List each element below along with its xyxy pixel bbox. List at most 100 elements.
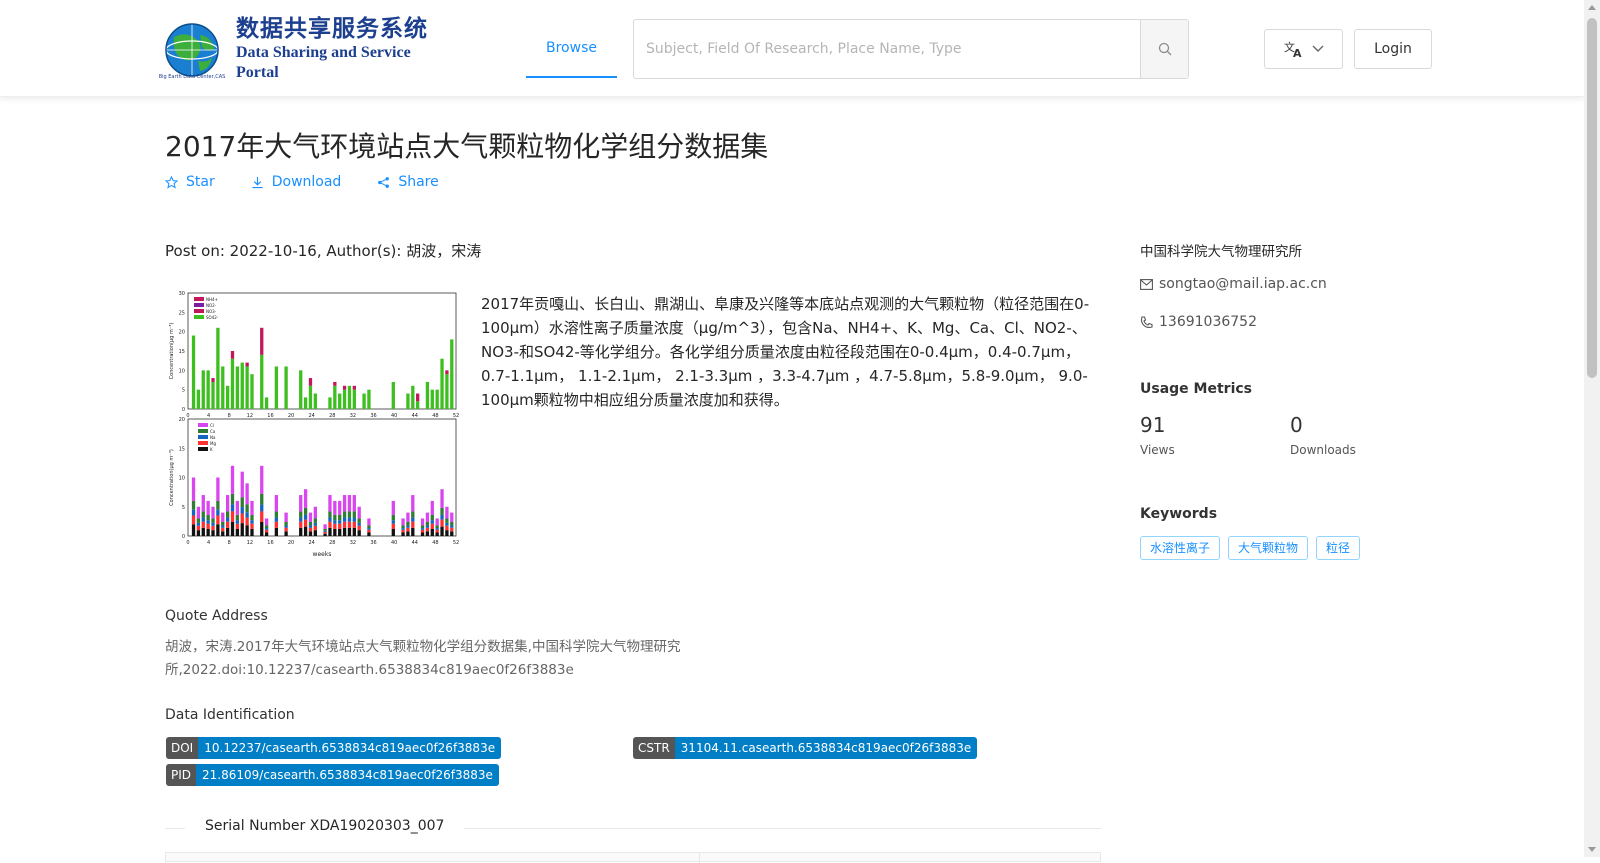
thumbnail-bar [230,493,235,505]
thumbnail-bar [250,520,254,524]
keyword-tag[interactable]: 水溶性离子 [1140,536,1221,560]
download-button[interactable]: Download [251,174,341,190]
thumbnail-bar [245,362,249,367]
thumbnail-bar [211,518,215,523]
thumbnail-bar [435,525,439,529]
serial-number: Serial Number XDA19020303_007 [185,818,465,834]
tick-label: 32 [350,413,356,419]
legend-label: NO2- [206,303,217,308]
pid-badge[interactable]: PID 21.86109/casearth.6538834c819aec0f26… [166,764,499,786]
doi-badge-key: DOI [166,737,199,759]
thumbnail-bar [274,495,279,512]
site-logo[interactable]: Big Earth Data Center,CAS 数据共享服务系统 Data … [152,16,442,81]
thumbnail-bar [367,518,371,526]
thumbnail-bar [274,517,279,522]
thumbnail-bar [225,521,230,528]
keyword-tag[interactable]: 粒径 [1316,536,1361,560]
star-button[interactable]: Star [165,174,215,190]
info-table [165,852,1101,863]
thumbnail-bar [347,517,352,522]
email-text: songtao@mail.iap.ac.cn [1159,276,1327,292]
thumbnail-bar [245,483,249,505]
search-input[interactable] [634,20,1140,78]
thumbnail-bar [391,520,395,524]
thumbnail-bar [260,511,264,522]
post-info: Post on: 2022-10-16, Author(s): 胡波，宋涛 [165,242,482,260]
tick-label: 48 [432,413,438,419]
tick-label: 28 [329,413,335,419]
thumbnail-bar [211,530,215,536]
thumbnail-bar [391,514,395,521]
thumbnail-bar [196,506,201,519]
thumbnail-bar [352,389,356,409]
thumbnail-bar [274,511,279,518]
thumbnail-bar [284,521,288,526]
thumbnail-bar [196,525,201,531]
tick-label: 15 [179,349,185,355]
dataset-thumbnail-chart[interactable]: 0 5 10 15 20 25 30 0 5 10 15 20 0 0 4 4 8 8 12 12 16 16 20 20 24… [165,290,463,566]
dataset-title: 2017年大气环境站点大气颗粒物化学组分数据集 [165,130,769,163]
search-icon [1158,42,1171,56]
thumbnail-bar [264,518,269,526]
thumbnail-bar [435,528,439,530]
thumbnail-bar [211,381,215,409]
language-switch-button[interactable]: 文 A [1264,29,1343,69]
thumbnail-bar [401,528,405,530]
scroll-up-arrow-icon[interactable] [1588,5,1596,10]
thumbnail-bar [445,530,449,536]
thumbnail-bar [206,500,210,515]
thumbnail-bar [240,471,244,498]
thumbnail-bar [211,522,215,526]
contact-email[interactable]: songtao@mail.iap.ac.cn [1140,276,1327,292]
thumbnail-bar [230,351,235,359]
thumbnail-bar [284,527,288,532]
thumbnail-bar [299,495,303,512]
thumbnail-bar [235,366,240,409]
login-button[interactable]: Login [1354,29,1432,69]
legend-label: K [210,447,213,452]
tick-label: 10 [179,476,185,482]
thumbnail-bar [308,531,313,536]
thumbnail-bar [425,527,430,532]
thumbnail-bar [260,465,264,494]
doi-badge[interactable]: DOI 10.12237/casearth.6538834c819aec0f26… [166,737,502,759]
thumbnail-bar [342,389,347,409]
share-button[interactable]: Share [377,174,439,190]
thumbnail-bar [367,525,371,529]
thumbnail-bar [216,477,220,501]
pid-badge-value: 21.86109/casearth.6538834c819aec0f26f388… [196,764,499,786]
scroll-down-arrow-icon[interactable] [1588,847,1596,852]
contact-phone: 13691036752 [1140,314,1257,330]
x-axis-label: weeks [313,551,332,558]
thumbnail-bar [216,327,220,409]
thumbnail-bar [308,385,313,409]
legend-label: Ca [210,429,216,434]
thumbnail-bar [245,512,249,518]
thumbnail-bar [225,511,230,518]
thumbnail-bar [284,512,288,522]
thumbnail-bar [347,495,352,512]
thumbnail-bar [357,518,361,523]
thumbnail-bar [260,354,264,409]
translate-icon: 文 A [1284,40,1302,58]
thumbnail-bar [430,523,434,529]
cstr-badge-key: CSTR [633,737,675,759]
downloads-count: 0 [1290,413,1303,437]
page-scrollbar[interactable] [1584,0,1600,857]
legend-label: Na [210,435,216,440]
thumbnail-bar [235,523,240,529]
search-button[interactable] [1140,20,1188,78]
scrollbar-thumb[interactable] [1587,18,1597,378]
thumbnail-bar [240,507,244,514]
thumbnail-bar [450,339,454,409]
thumbnail-bar [420,528,425,530]
thumbnail-bar [411,495,415,512]
nav-browse-tab[interactable]: Browse [526,0,617,78]
cstr-badge[interactable]: CSTR 31104.11.casearth.6538834c819aec0f2… [633,737,978,759]
quote-address-heading: Quote Address [165,608,268,624]
thumbnail-bar [333,523,337,529]
tick-label: 52 [453,540,459,546]
thumbnail-bar [299,370,303,409]
tick-label: 16 [267,413,273,419]
keyword-tag[interactable]: 大气颗粒物 [1228,536,1309,560]
